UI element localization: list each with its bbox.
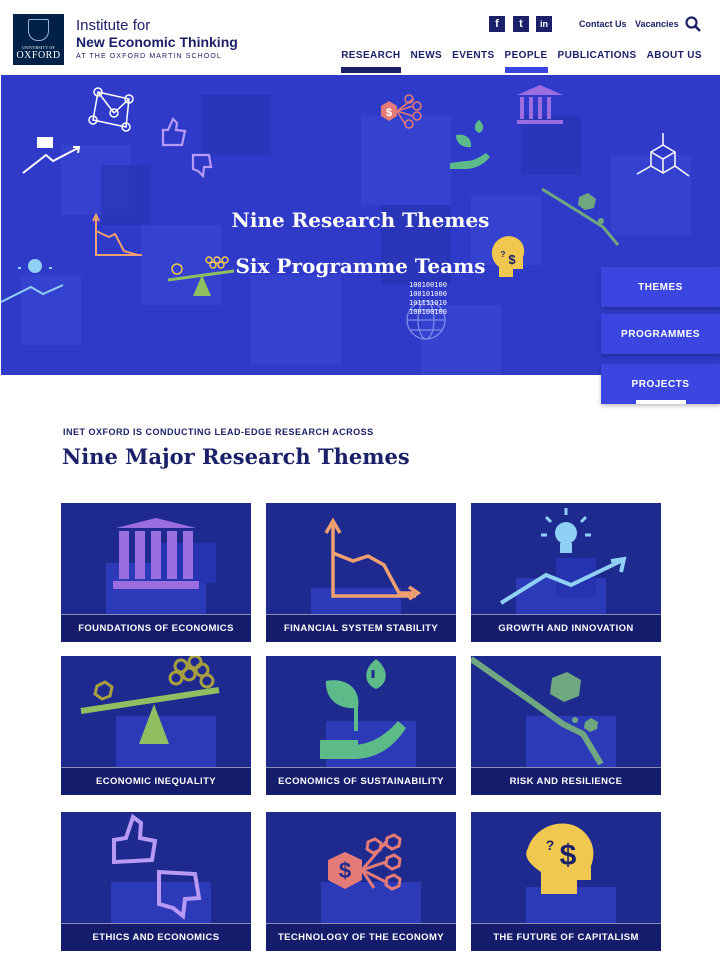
nav-people[interactable]: PEOPLE [504,50,548,73]
site-logo-text[interactable]: Institute for New Economic Thinking AT T… [76,18,238,61]
nav-publications[interactable]: PUBLICATIONS [558,50,637,73]
facebook-icon[interactable]: f [489,16,505,32]
network-cube-icon [88,87,134,132]
nav-about-us[interactable]: ABOUT US [647,50,702,73]
active-indicator [636,400,686,404]
network-dollar-icon: $ [328,833,402,891]
binary-code-text: 100100100 100101000 101111010 100100100 [409,281,447,316]
vacancies-link[interactable]: Vacancies [635,19,679,29]
top-links: Contact Us Vacancies [579,19,685,29]
hero-line-1: Nine Research Themes [231,208,490,232]
site-header: UNIVERSITY OF OXFORD Institute for New E… [0,0,720,75]
head-dollar-icon: $? [526,823,594,894]
svg-text:?: ? [546,837,555,853]
theme-card-risk-resilience[interactable]: RISK AND RESILIENCE [471,656,661,795]
linkedin-icon[interactable]: in [536,16,552,32]
theme-card-future-capitalism[interactable]: $? THE FUTURE OF CAPITALISM [471,812,661,951]
theme-card-technology[interactable]: $ TECHNOLOGY OF THE ECONOMY [266,812,456,951]
svg-text:$: $ [560,839,577,872]
institution-icon [113,518,199,589]
programmes-button[interactable]: PROGRAMMES [601,314,720,354]
twitter-icon[interactable]: t [513,16,529,32]
svg-text:$: $ [386,107,392,119]
lightbulb-icon [555,522,577,553]
section-title: Nine Major Research Themes [62,444,410,469]
search-icon[interactable] [685,16,701,32]
nav-news[interactable]: NEWS [411,50,443,73]
theme-card-sustainability[interactable]: ECONOMICS OF SUSTAINABILITY [266,656,456,795]
theme-card-ethics[interactable]: ETHICS AND ECONOMICS [61,812,251,951]
theme-card-financial-stability[interactable]: FINANCIAL SYSTEM STABILITY [266,503,456,642]
theme-card-inequality[interactable]: ECONOMIC INEQUALITY [61,656,251,795]
section-kicker: INET OXFORD IS CONDUCTING LEAD-EDGE RESE… [63,427,374,437]
plant-hand-icon [450,120,490,169]
crest-icon [28,19,49,41]
svg-text:$: $ [339,858,351,883]
nav-research[interactable]: RESEARCH [341,50,401,73]
main-nav: RESEARCH NEWS EVENTS PEOPLE PUBLICATIONS… [341,50,702,73]
falling-chart-icon [324,517,422,601]
nav-events[interactable]: EVENTS [452,50,494,73]
theme-card-foundations[interactable]: FOUNDATIONS OF ECONOMICS [61,503,251,642]
projects-button[interactable]: PROJECTS [601,364,720,404]
cube-network-icon [636,133,690,177]
contact-us-link[interactable]: Contact Us [579,19,627,29]
oxford-logo[interactable]: UNIVERSITY OF OXFORD [13,14,64,65]
theme-card-growth-innovation[interactable]: GROWTH AND INNOVATION [471,503,661,642]
themes-button[interactable]: THEMES [601,267,720,307]
